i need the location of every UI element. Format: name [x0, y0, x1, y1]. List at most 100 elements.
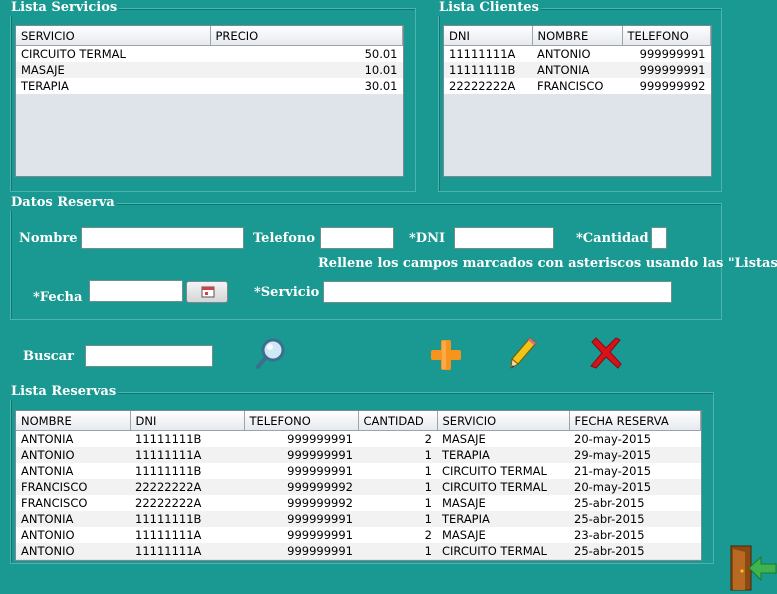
- nombre-cell: ANTONIA: [532, 62, 622, 78]
- column-header-servicio[interactable]: SERVICIO: [437, 411, 570, 431]
- cantidad-cell: 1: [358, 479, 437, 495]
- servicios-header-row: SERVICIO PRECIO: [16, 26, 403, 46]
- nombre-cell: FRANCISCO: [532, 78, 622, 94]
- x-icon: [590, 337, 622, 369]
- reservas-header-row: NOMBRE DNI TELEFONO CANTIDAD SERVICIO FE…: [16, 411, 701, 431]
- fecha-cell: 25-abr-2015: [569, 495, 701, 511]
- dni-cell: 11111111A: [130, 447, 244, 463]
- buscar-input[interactable]: [85, 345, 213, 367]
- table-row[interactable]: ANTONIO 11111111A 999999991 1 CIRCUITO T…: [16, 543, 701, 559]
- servicio-label: *Servicio: [254, 285, 320, 300]
- precio-cell: 10.01: [210, 62, 403, 78]
- nombre-cell: ANTONIA: [16, 511, 130, 527]
- servicio-cell: MASAJE: [16, 62, 210, 78]
- nombre-cell: ANTONIO: [16, 543, 130, 559]
- fecha-cell: 29-may-2015: [569, 447, 701, 463]
- servicio-cell: MASAJE: [437, 430, 569, 447]
- nombre-cell: ANTONIA: [16, 430, 130, 447]
- nombre-cell: ANTONIO: [532, 45, 622, 62]
- telefono-cell: 999999992: [622, 78, 711, 94]
- precio-cell: 50.01: [210, 45, 403, 62]
- telefono-cell: 999999991: [244, 447, 358, 463]
- servicio-input[interactable]: [323, 281, 672, 303]
- dni-cell: 11111111B: [130, 430, 244, 447]
- calendar-button[interactable]: [186, 281, 228, 303]
- telefono-cell: 999999991: [244, 463, 358, 479]
- fecha-cell: 23-abr-2015: [569, 527, 701, 543]
- table-row[interactable]: ANTONIA 11111111B 999999991 2 MASAJE 20-…: [16, 430, 701, 447]
- telefono-cell: 999999991: [244, 430, 358, 447]
- table-row[interactable]: ANTONIO 11111111A 999999991 1 TERAPIA 29…: [16, 447, 701, 463]
- servicios-table[interactable]: SERVICIO PRECIO CIRCUITO TERMAL 50.01 MA…: [15, 25, 404, 177]
- magnifier-icon: [256, 338, 285, 369]
- cantidad-cell: 1: [358, 447, 437, 463]
- dni-cell: 11111111B: [130, 463, 244, 479]
- table-row[interactable]: FRANCISCO 22222222A 999999992 1 CIRCUITO…: [16, 479, 701, 495]
- telefono-input[interactable]: [320, 227, 394, 249]
- add-button[interactable]: [429, 338, 463, 372]
- telefono-cell: 999999991: [244, 527, 358, 543]
- servicio-cell: TERAPIA: [437, 511, 569, 527]
- dni-cell: 22222222A: [130, 495, 244, 511]
- servicio-cell: CIRCUITO TERMAL: [16, 45, 210, 62]
- clientes-title: Lista Clientes: [437, 0, 541, 16]
- cantidad-input[interactable]: [651, 227, 667, 249]
- dni-cell: 11111111A: [130, 543, 244, 559]
- table-row[interactable]: ANTONIA 11111111B 999999991 1 TERAPIA 25…: [16, 511, 701, 527]
- fecha-cell: 20-may-2015: [569, 430, 701, 447]
- table-row[interactable]: CIRCUITO TERMAL 50.01: [16, 45, 403, 62]
- column-header-nombre[interactable]: NOMBRE: [532, 26, 623, 46]
- clientes-header-row: DNI NOMBRE TELEFONO: [444, 26, 711, 46]
- servicio-cell: CIRCUITO TERMAL: [437, 543, 569, 559]
- nombre-cell: FRANCISCO: [16, 495, 130, 511]
- reservas-table[interactable]: NOMBRE DNI TELEFONO CANTIDAD SERVICIO FE…: [15, 410, 702, 561]
- dni-input[interactable]: [454, 227, 554, 249]
- table-row[interactable]: MASAJE 10.01: [16, 62, 403, 78]
- column-header-servicio[interactable]: SERVICIO: [16, 26, 211, 46]
- table-row[interactable]: TERAPIA 30.01: [16, 78, 403, 94]
- column-header-dni[interactable]: DNI: [130, 411, 245, 431]
- hint-text: Rellene los campos marcados con asterisc…: [318, 256, 777, 271]
- column-header-telefono[interactable]: TELEFONO: [244, 411, 359, 431]
- column-header-fecha-reserva[interactable]: FECHA RESERVA: [569, 411, 701, 431]
- table-row[interactable]: ANTONIA 11111111B 999999991 1 CIRCUITO T…: [16, 463, 701, 479]
- table-row[interactable]: 22222222A FRANCISCO 999999992: [444, 78, 711, 94]
- servicio-cell: MASAJE: [437, 527, 569, 543]
- delete-button[interactable]: [588, 336, 624, 370]
- column-header-precio[interactable]: PRECIO: [210, 26, 403, 46]
- column-header-telefono[interactable]: TELEFONO: [622, 26, 711, 46]
- cantidad-cell: 1: [358, 495, 437, 511]
- servicio-cell: CIRCUITO TERMAL: [437, 463, 569, 479]
- table-row[interactable]: ANTONIO 11111111A 999999991 2 MASAJE 23-…: [16, 527, 701, 543]
- nombre-input[interactable]: [81, 227, 244, 249]
- nombre-cell: FRANCISCO: [16, 479, 130, 495]
- fecha-cell: 25-abr-2015: [569, 543, 701, 559]
- servicios-title: Lista Servicios: [9, 0, 120, 16]
- exit-button[interactable]: [729, 543, 777, 591]
- cantidad-cell: 1: [358, 463, 437, 479]
- cantidad-label: *Cantidad: [576, 231, 649, 246]
- precio-cell: 30.01: [210, 78, 403, 94]
- exit-door-icon: [730, 545, 777, 591]
- datos-reserva-title: Datos Reserva: [9, 195, 117, 211]
- servicio-cell: MASAJE: [437, 495, 569, 511]
- table-row[interactable]: 11111111B ANTONIA 999999991: [444, 62, 711, 78]
- edit-button[interactable]: [508, 336, 538, 370]
- search-button[interactable]: [254, 336, 288, 370]
- telefono-cell: 999999991: [244, 511, 358, 527]
- servicio-cell: TERAPIA: [16, 78, 210, 94]
- column-header-dni[interactable]: DNI: [444, 26, 533, 46]
- fecha-cell: 21-may-2015: [569, 463, 701, 479]
- clientes-table[interactable]: DNI NOMBRE TELEFONO 11111111A ANTONIO 99…: [443, 25, 712, 177]
- column-header-cantidad[interactable]: CANTIDAD: [358, 411, 438, 431]
- fecha-cell: 25-abr-2015: [569, 511, 701, 527]
- cantidad-cell: 2: [358, 430, 437, 447]
- pencil-icon: [510, 337, 537, 369]
- nombre-cell: ANTONIO: [16, 527, 130, 543]
- fecha-input[interactable]: [89, 280, 183, 302]
- column-header-nombre[interactable]: NOMBRE: [16, 411, 131, 431]
- dni-cell: 11111111B: [130, 511, 244, 527]
- fecha-label: *Fecha: [33, 290, 83, 305]
- table-row[interactable]: 11111111A ANTONIO 999999991: [444, 45, 711, 62]
- table-row[interactable]: FRANCISCO 22222222A 999999992 1 MASAJE 2…: [16, 495, 701, 511]
